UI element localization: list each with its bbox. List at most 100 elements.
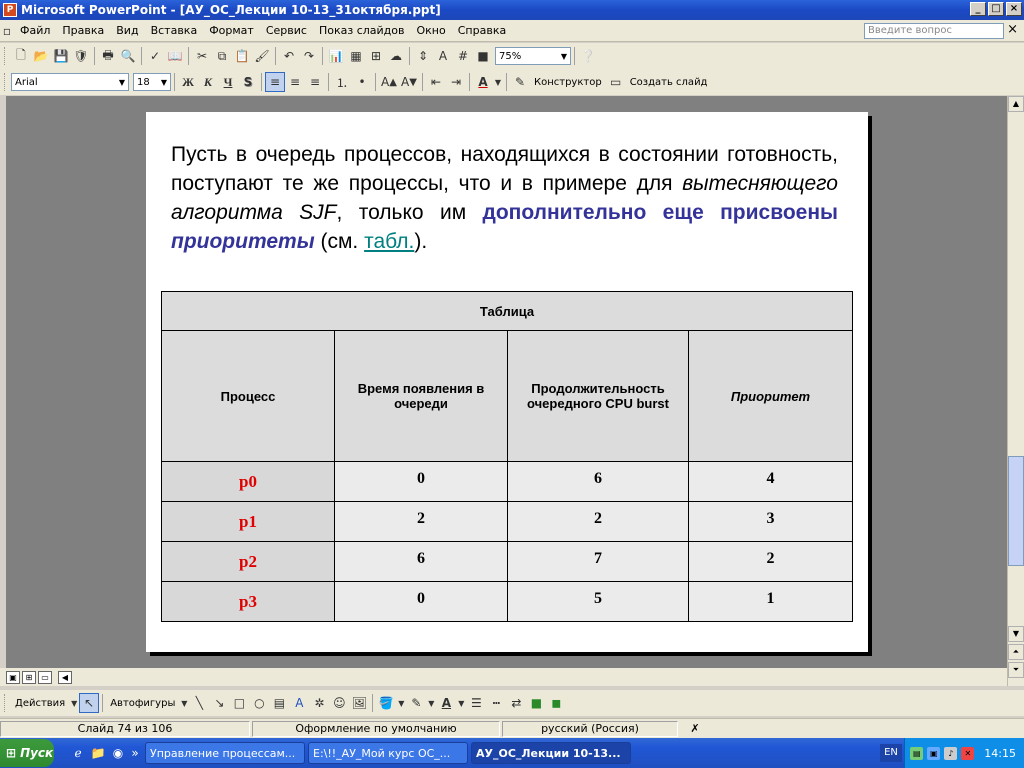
font-size-select[interactable]: 18 ▼	[133, 73, 171, 91]
permission-icon[interactable]: 🛡	[71, 46, 91, 66]
chevron-down-icon[interactable]: ▼	[69, 693, 79, 713]
chevron-down-icon[interactable]: ▼	[493, 72, 503, 92]
paste-icon[interactable]: 📋	[232, 46, 252, 66]
shadow-button[interactable]: S	[238, 72, 258, 92]
line-color-icon[interactable]: ✎	[406, 693, 426, 713]
line-icon[interactable]: ╲	[189, 693, 209, 713]
new-icon[interactable]: 🗋	[11, 46, 31, 66]
menu-edit[interactable]: Правка	[56, 24, 110, 37]
spelling-icon[interactable]: ✓	[145, 46, 165, 66]
previous-slide-icon[interactable]: ⏶	[1008, 644, 1024, 660]
numbering-icon[interactable]: ⒈	[332, 72, 352, 92]
zoom-select[interactable]: 75% ▼	[495, 47, 571, 65]
slideshow-icon[interactable]: ▭	[38, 670, 52, 684]
diagram-icon[interactable]: ✲	[309, 693, 329, 713]
scroll-up-icon[interactable]: ▲	[1008, 96, 1024, 112]
clipart-icon[interactable]: ☺	[329, 693, 349, 713]
oval-icon[interactable]: ○	[249, 693, 269, 713]
insert-table-icon[interactable]: ▦	[346, 46, 366, 66]
toolbar-grip[interactable]	[4, 47, 8, 65]
quicklaunch-icon[interactable]: ◉	[108, 743, 128, 763]
menu-view[interactable]: Вид	[110, 24, 144, 37]
toolbar-grip[interactable]	[4, 73, 8, 91]
textbox-icon[interactable]: ▤	[269, 693, 289, 713]
tray-network-icon[interactable]: ▤	[910, 746, 924, 760]
align-left-icon[interactable]: ≡	[265, 72, 285, 92]
document-icon[interactable]: ▫	[0, 21, 14, 41]
table-link[interactable]: табл.	[364, 230, 414, 253]
bullets-icon[interactable]: •	[352, 72, 372, 92]
tray-volume-icon[interactable]: ♪	[944, 746, 958, 760]
expand-all-icon[interactable]: ⇕	[413, 46, 433, 66]
next-slide-icon[interactable]: ⏷	[1008, 662, 1024, 678]
close-document-icon[interactable]: ×	[1007, 22, 1018, 37]
3d-style-icon[interactable]: ◼	[546, 693, 566, 713]
menu-help[interactable]: Справка	[452, 24, 512, 37]
menu-tools[interactable]: Сервис	[260, 24, 313, 37]
insert-chart-icon[interactable]: 📊	[326, 46, 346, 66]
underline-button[interactable]: Ч	[218, 72, 238, 92]
task-process-doc[interactable]: Управление процессам...	[145, 742, 305, 764]
maximize-button[interactable]: □	[988, 2, 1004, 16]
ask-question-input[interactable]: Введите вопрос	[864, 23, 1004, 39]
tray-monitor-icon[interactable]: ▣	[927, 746, 941, 760]
menu-window[interactable]: Окно	[411, 24, 452, 37]
language-indicator[interactable]: EN	[880, 744, 902, 762]
decrease-font-icon[interactable]: A ▼	[399, 72, 419, 92]
show-formatting-icon[interactable]: A	[433, 46, 453, 66]
align-center-icon[interactable]: ≡	[285, 72, 305, 92]
align-right-icon[interactable]: ≡	[305, 72, 325, 92]
shadow-style-icon[interactable]: ■	[526, 693, 546, 713]
chevron-down-icon[interactable]: ▼	[396, 693, 406, 713]
print-icon[interactable]: 🖶	[98, 46, 118, 66]
minimize-button[interactable]: _	[970, 2, 986, 16]
task-powerpoint[interactable]: АУ_ОС_Лекции 10-13...	[471, 742, 631, 764]
select-pointer-icon[interactable]: ↖	[79, 693, 100, 713]
ie-icon[interactable]: ℯ	[68, 743, 88, 763]
insert-clipart-icon[interactable]: ☁	[386, 46, 406, 66]
redo-icon[interactable]: ↷	[299, 46, 319, 66]
designer-button[interactable]: Конструктор	[530, 77, 606, 88]
folder-icon[interactable]: 📁	[88, 743, 108, 763]
normal-view-icon[interactable]: ▣	[6, 670, 20, 684]
save-icon[interactable]: 💾	[51, 46, 71, 66]
arrow-icon[interactable]: ↘	[209, 693, 229, 713]
help-icon[interactable]: ❔	[578, 46, 598, 66]
toolbar-grip[interactable]	[4, 694, 8, 712]
wordart-icon[interactable]: A	[289, 693, 309, 713]
start-button[interactable]: ⊞ Пуск	[0, 739, 54, 767]
actions-menu[interactable]: Действия	[11, 698, 69, 709]
vertical-scrollbar[interactable]: ▲ ▼ ⏶ ⏷	[1007, 96, 1024, 686]
increase-indent-icon[interactable]: ⇥	[446, 72, 466, 92]
tables-borders-icon[interactable]: ⊞	[366, 46, 386, 66]
cut-icon[interactable]: ✂	[192, 46, 212, 66]
font-color-icon[interactable]: A	[473, 72, 493, 92]
scroll-down-icon[interactable]: ▼	[1008, 626, 1024, 642]
tray-security-icon[interactable]: ✕	[961, 746, 975, 760]
fill-color-icon[interactable]: 🪣	[376, 693, 396, 713]
new-slide-button[interactable]: Создать слайд	[626, 77, 712, 88]
font-select[interactable]: Arial ▼	[11, 73, 129, 91]
arrow-style-icon[interactable]: ⇄	[506, 693, 526, 713]
undo-icon[interactable]: ↶	[279, 46, 299, 66]
copy-icon[interactable]: ⧉	[212, 46, 232, 66]
menu-format[interactable]: Формат	[203, 24, 260, 37]
menu-file[interactable]: Файл	[14, 24, 56, 37]
open-icon[interactable]: 📂	[31, 46, 51, 66]
bold-button[interactable]: Ж	[178, 72, 198, 92]
chevron-more-icon[interactable]: »	[128, 743, 142, 763]
research-icon[interactable]: 📖	[165, 46, 185, 66]
chevron-down-icon[interactable]: ▼	[426, 693, 436, 713]
dash-style-icon[interactable]: ┅	[486, 693, 506, 713]
increase-font-icon[interactable]: A ▲	[379, 72, 399, 92]
autoshapes-menu[interactable]: Автофигуры	[106, 698, 179, 709]
task-explorer[interactable]: E:\!!_АУ_Мой курс ОС_...	[308, 742, 468, 764]
slide-body-text[interactable]: Пусть в очередь процессов, находящихся в…	[171, 140, 838, 256]
spelling-status-icon[interactable]: ✗	[680, 721, 710, 737]
close-button[interactable]: ×	[1006, 2, 1022, 16]
decrease-indent-icon[interactable]: ⇤	[426, 72, 446, 92]
format-painter-icon[interactable]: 🖌	[252, 46, 272, 66]
italic-button[interactable]: К	[198, 72, 218, 92]
draw-font-color-icon[interactable]: A	[436, 693, 456, 713]
menu-slideshow[interactable]: Показ слайдов	[313, 24, 411, 37]
